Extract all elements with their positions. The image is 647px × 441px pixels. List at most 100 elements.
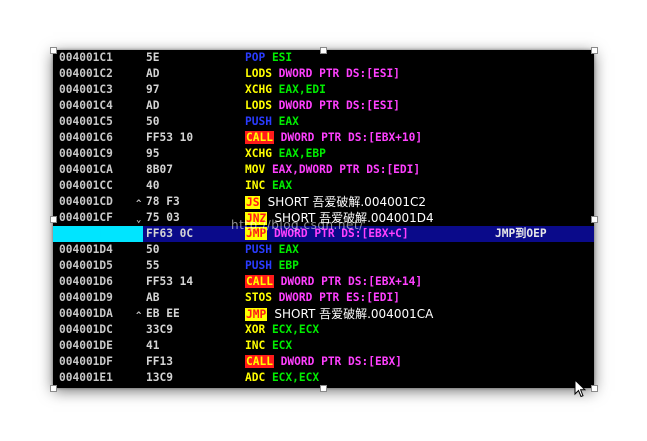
row-hex-bytes: FF53 10 — [146, 131, 194, 144]
row-mnemonic: PUSH — [245, 259, 272, 272]
row-operand: DWORD PTR DS:[ESI] — [278, 67, 400, 80]
row-hex-bytes: 40 — [146, 179, 160, 192]
row-operand: EBP — [278, 259, 299, 272]
disasm-row[interactable]: 004001D9 AB STOS DWORD PTR ES:[EDI] — [53, 290, 594, 306]
row-operand: DWORD PTR DS:[EBX+14] — [280, 275, 423, 288]
row-operand: ESI — [271, 51, 293, 64]
row-address: 004001CD — [59, 195, 113, 208]
disasm-row[interactable]: 004001DC 33C9 XOR ECX,ECX — [53, 322, 594, 338]
row-address: 004001C4 — [59, 99, 113, 112]
row-operand: EAX,EBP — [278, 147, 326, 160]
row-address: 004001DF — [59, 355, 113, 368]
disasm-row[interactable]: 004001C4 AD LODS DWORD PTR DS:[ESI] — [53, 98, 594, 114]
row-mnemonic: CALL — [245, 355, 274, 368]
row-hex-bytes: 41 — [146, 339, 160, 352]
row-operand: DWORD PTR ES:[EDI] — [278, 291, 400, 304]
row-mnemonic: ADC — [245, 371, 266, 384]
row-operand: EAX — [271, 179, 293, 192]
row-hex-bytes: FF63 0C — [146, 227, 194, 240]
row-hex-bytes: FF53 14 — [146, 275, 194, 288]
row-mnemonic: PUSH — [245, 243, 272, 256]
row-address: 004001C9 — [59, 147, 113, 160]
row-mnemonic: STOS — [245, 291, 272, 304]
disasm-row[interactable]: 004001CD ^ 78 F3 JS SHORT 吾爱破解.004001C2 — [53, 194, 594, 210]
row-hex-bytes: 50 — [146, 243, 160, 256]
disasm-row[interactable]: 004001CC 40 INC EAX — [53, 178, 594, 194]
row-address: 004001CC — [59, 179, 113, 192]
row-disassembly: JMP SHORT 吾爱破解.004001CA — [245, 306, 433, 323]
disasm-row[interactable]: 004001D6 FF53 14 CALL DWORD PTR DS:[EBX+14] — [53, 274, 594, 290]
row-address: 004001CF — [59, 211, 113, 224]
disasm-row[interactable]: 004001DA ^ EB EE JMP SHORT 吾爱破解.004001CA — [53, 306, 594, 322]
mouse-pointer-icon — [574, 379, 586, 398]
row-operand: ECX,ECX — [271, 323, 320, 336]
row-disassembly: PUSH EAX — [245, 114, 299, 130]
selection-handle-bottom[interactable] — [320, 385, 327, 392]
row-address: 004001DE — [59, 339, 113, 352]
selection-handle-bottom-right[interactable] — [591, 385, 598, 392]
row-address: 004001D1 — [59, 227, 113, 240]
row-operand: DWORD PTR DS:[EBX] — [280, 355, 402, 368]
disasm-row[interactable]: 004001D5 55 PUSH EBP — [53, 258, 594, 274]
row-hex-bytes: FF13 — [146, 355, 173, 368]
row-address: 004001C1 — [59, 51, 113, 64]
row-comment: JMP到OEP — [495, 227, 547, 240]
row-mnemonic: INC — [245, 339, 266, 352]
row-disassembly: INC EAX — [245, 178, 292, 194]
selection-handle-top-right[interactable] — [591, 47, 598, 54]
row-address: 004001C6 — [59, 131, 113, 144]
row-address: 004001CA — [59, 163, 113, 176]
row-hex-bytes: 97 — [146, 83, 160, 96]
disasm-row[interactable]: 004001C6 FF53 10 CALL DWORD PTR DS:[EBX+10] — [53, 130, 594, 146]
row-disassembly: LODS DWORD PTR DS:[ESI] — [245, 98, 400, 114]
row-operand: EAX,DWORD PTR DS:[EDI] — [271, 163, 421, 176]
row-address: 004001D6 — [59, 275, 113, 288]
selection-handle-left[interactable] — [50, 216, 57, 223]
row-disassembly: CALL DWORD PTR DS:[EBX+10] — [245, 130, 422, 146]
row-disassembly: MOV EAX,DWORD PTR DS:[EDI] — [245, 162, 420, 178]
row-address: 004001D5 — [59, 259, 113, 272]
row-hex-bytes: 13C9 — [146, 371, 173, 384]
row-disassembly: XCHG EAX,EDI — [245, 82, 326, 98]
selection-handle-top-left[interactable] — [50, 47, 57, 54]
disassembly-view[interactable]: 004001C1 5E POP ESI 004001C2 AD LODS DWORD PTR … — [53, 50, 594, 398]
row-disassembly: JS SHORT 吾爱破解.004001C2 — [245, 194, 426, 211]
disasm-row[interactable]: 004001D4 50 PUSH EAX — [53, 242, 594, 258]
disasm-row[interactable]: 004001CA 8B07 MOV EAX,DWORD PTR DS:[EDI] — [53, 162, 594, 178]
row-mnemonic: POP — [245, 51, 266, 64]
row-mnemonic: JMP — [245, 308, 268, 321]
row-hex-bytes: AD — [146, 67, 160, 80]
row-disassembly: INC ECX — [245, 338, 292, 354]
disasm-row[interactable]: 004001C5 50 PUSH EAX — [53, 114, 594, 130]
row-operand: EAX — [278, 115, 299, 128]
row-mnemonic: XCHG — [245, 147, 272, 160]
disasm-row[interactable]: 004001C3 97 XCHG EAX,EDI — [53, 82, 594, 98]
row-mnemonic: LODS — [245, 67, 272, 80]
row-hex-bytes: 33C9 — [146, 323, 173, 336]
disasm-row[interactable]: 004001C9 95 XCHG EAX,EBP — [53, 146, 594, 162]
disasm-row[interactable]: 004001E1 13C9 ADC ECX,ECX — [53, 370, 594, 386]
disasm-row[interactable]: 004001DF FF13 CALL DWORD PTR DS:[EBX] — [53, 354, 594, 370]
row-hex-bytes: 55 — [146, 259, 160, 272]
row-mnemonic: XCHG — [245, 83, 272, 96]
row-address: 004001C2 — [59, 67, 113, 80]
row-hex-bytes: 95 — [146, 147, 160, 160]
selection-handle-top[interactable] — [320, 47, 327, 54]
disasm-row[interactable]: 004001DE 41 INC ECX — [53, 338, 594, 354]
row-mnemonic: INC — [245, 179, 266, 192]
row-disassembly: STOS DWORD PTR ES:[EDI] — [245, 290, 400, 306]
row-operand: EAX,EDI — [278, 83, 326, 96]
row-mnemonic: PUSH — [245, 115, 272, 128]
row-disassembly: CALL DWORD PTR DS:[EBX] — [245, 354, 402, 370]
selection-handle-bottom-left[interactable] — [50, 385, 57, 392]
row-hex-bytes: AB — [146, 291, 160, 304]
row-hex-bytes: 75 03 — [146, 211, 180, 224]
row-mnemonic: JS — [245, 196, 261, 209]
row-address: 004001C3 — [59, 83, 113, 96]
row-address: 004001D4 — [59, 243, 113, 256]
row-hex-bytes: EB EE — [146, 307, 180, 320]
row-address: 004001C5 — [59, 115, 113, 128]
row-address: 004001DA — [59, 307, 113, 320]
selection-handle-right[interactable] — [591, 216, 598, 223]
disasm-row[interactable]: 004001C2 AD LODS DWORD PTR DS:[ESI] — [53, 66, 594, 82]
